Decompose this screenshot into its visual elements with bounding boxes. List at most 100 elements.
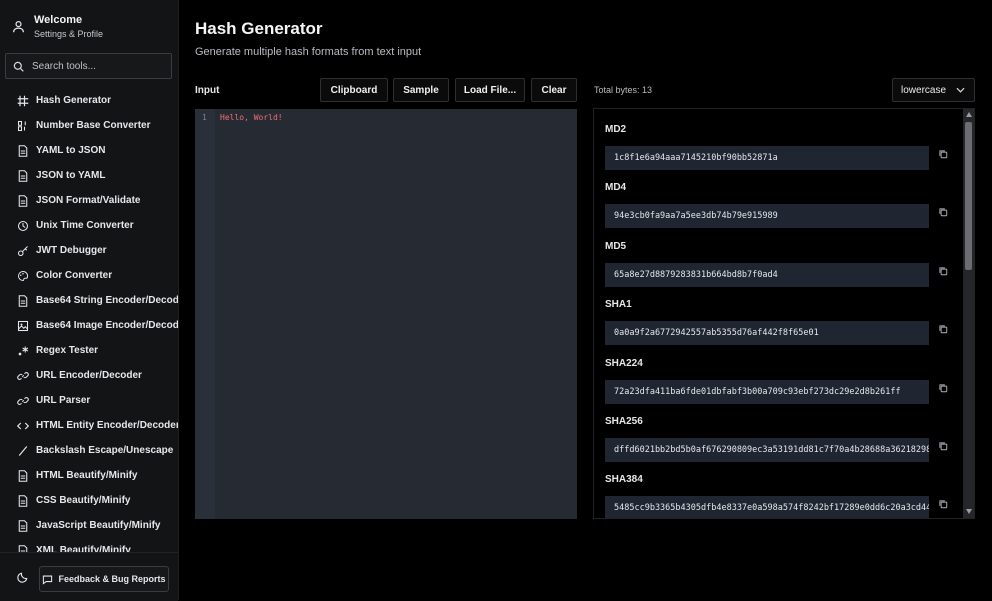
sidebar-item-unix-time-converter[interactable]: Unix Time Converter [0,213,178,238]
binary-icon [17,120,29,132]
file-icon [17,294,29,307]
sidebar-item-json-to-yaml[interactable]: JSON to YAML [0,163,178,188]
hash-value[interactable]: 94e3cb0fa9aa7a5ee3db74b79e915989 [605,204,929,229]
sidebar-item-html-beautify-minify[interactable]: HTML Beautify/Minify [0,463,178,488]
sidebar-item-label: HTML Entity Encoder/Decoder [36,420,178,431]
sidebar-item-color-converter[interactable]: Color Converter [0,263,178,288]
clipboard-button[interactable]: Clipboard [320,78,388,102]
total-bytes: Total bytes: 13 [594,85,653,95]
hash-results-panel[interactable]: MD2 1c8f1e6a94aaa7145210bf90bb52871a MD4 94… [593,108,975,519]
sidebar-nav: Hash Generator Number Base Converter YAML … [0,88,178,552]
sidebar-item-xml-beautify-minify[interactable]: XML Beautify/Minify [0,538,178,552]
sidebar-item-url-encoder-decoder[interactable]: URL Encoder/Decoder [0,363,178,388]
hash-item-sha224: SHA224 72a23dfa411ba6fde01dbfabf3b00a709c… [605,357,948,404]
sidebar-item-label: URL Parser [36,395,91,406]
profile-title: Welcome [34,14,83,26]
case-select[interactable]: lowercase [892,78,975,102]
sidebar-item-regex-tester[interactable]: Regex Tester [0,338,178,363]
sidebar-item-base64-string-encoder-decoder[interactable]: Base64 String Encoder/Decoder [0,288,178,313]
sidebar-item-label: Hash Generator [36,95,112,106]
hash-item-sha1: SHA1 0a0a9f2a6772942557ab5355d76af442f8f6… [605,299,948,346]
code-icon [17,420,29,432]
sidebar-item-label: Base64 Image Encoder/Decoder [36,320,178,331]
sidebar-item-html-entity-encoder-decoder[interactable]: HTML Entity Encoder/Decoder [0,413,178,438]
hash-label: MD2 [605,124,627,135]
sample-button[interactable]: Sample [393,78,449,102]
search-input[interactable] [30,59,164,73]
hash-item-sha256: SHA256 dffd6021bb2bd5b0af676290809ec3a531… [605,416,948,462]
results-scrollbar[interactable] [963,109,974,518]
editor-gutter [195,109,215,519]
copy-icon[interactable] [938,149,948,159]
clear-button[interactable]: Clear [531,78,577,102]
search-icon [13,61,24,72]
hash-label: SHA256 [605,416,643,427]
sidebar-item-label: Regex Tester [36,345,99,356]
feedback-button[interactable]: Feedback & Bug Reports [39,566,169,592]
sidebar-footer: Feedback & Bug Reports [0,552,178,601]
sidebar-item-jwt-debugger[interactable]: JWT Debugger [0,238,178,263]
file-icon [17,144,29,157]
file-icon [17,194,29,207]
copy-icon[interactable] [938,207,948,217]
sidebar-item-base64-image-encoder-decoder[interactable]: Base64 Image Encoder/Decoder [0,313,178,338]
hash-value[interactable]: 72a23dfa411ba6fde01dbfabf3b00a709c93ebf2… [605,379,929,404]
chat-icon [43,575,53,585]
user-icon [13,21,24,33]
hash-label: MD4 [605,182,627,194]
hash-value[interactable]: 0a0a9f2a6772942557ab5355d76af442f8f65e01 [605,321,929,346]
sidebar-item-backslash-escape-unescape[interactable]: Backslash Escape/Unescape [0,438,178,463]
key-icon [17,245,29,257]
sidebar-item-label: HTML Beautify/Minify [36,470,138,481]
profile-text: Welcome Settings & Profile [34,14,103,39]
hash-label: SHA1 [605,299,632,311]
sidebar-item-label: Backslash Escape/Unescape [36,445,174,456]
hash-label: SHA224 [605,357,643,369]
theme-toggle-moon-icon[interactable] [17,571,29,583]
sidebar-item-yaml-to-json[interactable]: YAML to JSON [0,138,178,163]
profile-settings[interactable]: Welcome Settings & Profile [12,14,103,39]
copy-icon[interactable] [938,383,948,393]
copy-icon[interactable] [938,499,948,509]
copy-icon[interactable] [938,324,948,334]
scroll-thumb[interactable] [965,122,972,270]
regex-icon [17,345,29,357]
sidebar-item-label: Base64 String Encoder/Decoder [36,295,178,306]
hash-item-md5: MD5 65a8e27d8879283831b664bd8b7f0ad4 [605,240,948,287]
file-icon [17,544,29,552]
hash-label: MD5 [605,240,627,252]
hash-value[interactable]: 65a8e27d8879283831b664bd8b7f0ad4 [605,262,929,287]
profile-subtitle: Settings & Profile [34,29,104,39]
sidebar-item-json-format-validate[interactable]: JSON Format/Validate [0,188,178,213]
chevron-down-icon [956,87,965,93]
scroll-up-arrow-icon[interactable] [966,112,972,117]
hash-item-md4: MD4 94e3cb0fa9aa7a5ee3db74b79e915989 [605,182,948,229]
case-select-value: lowercase [901,84,947,96]
hash-value[interactable]: 1c8f1e6a94aaa7145210bf90bb52871a [605,146,929,170]
load-file-button[interactable]: Load File... [455,78,525,102]
sidebar: Welcome Settings & Profile Hash Generato… [0,0,179,601]
sidebar-item-url-parser[interactable]: URL Parser [0,388,178,413]
sidebar-item-label: Color Converter [36,270,113,281]
input-label: Input [195,85,220,96]
sidebar-item-label: Number Base Converter [36,120,151,131]
sidebar-item-number-base-converter[interactable]: Number Base Converter [0,113,178,138]
file-icon [17,169,29,182]
copy-icon[interactable] [938,441,948,451]
sidebar-item-label: JSON Format/Validate [36,195,141,206]
copy-icon[interactable] [938,266,948,276]
input-editor[interactable]: 1 Hello, World! [195,109,577,519]
clock-icon [17,220,29,232]
sidebar-item-css-beautify-minify[interactable]: CSS Beautify/Minify [0,488,178,513]
file-icon [17,494,29,507]
line-number: 1 [202,113,207,122]
search-box[interactable] [5,53,172,79]
scroll-down-arrow-icon[interactable] [966,509,972,514]
sidebar-item-hash-generator[interactable]: Hash Generator [0,88,178,113]
hash-item-md2: MD2 1c8f1e6a94aaa7145210bf90bb52871a [605,124,948,170]
image-icon [17,320,29,332]
hash-value[interactable]: dffd6021bb2bd5b0af676290809ec3a53191dd81… [605,438,929,462]
hash-value[interactable]: 5485cc9b3365b4305dfb4e8337e0a598a574f824… [605,496,929,518]
editor-text[interactable]: Hello, World! [220,113,283,122]
sidebar-item-javascript-beautify-minify[interactable]: JavaScript Beautify/Minify [0,513,178,538]
